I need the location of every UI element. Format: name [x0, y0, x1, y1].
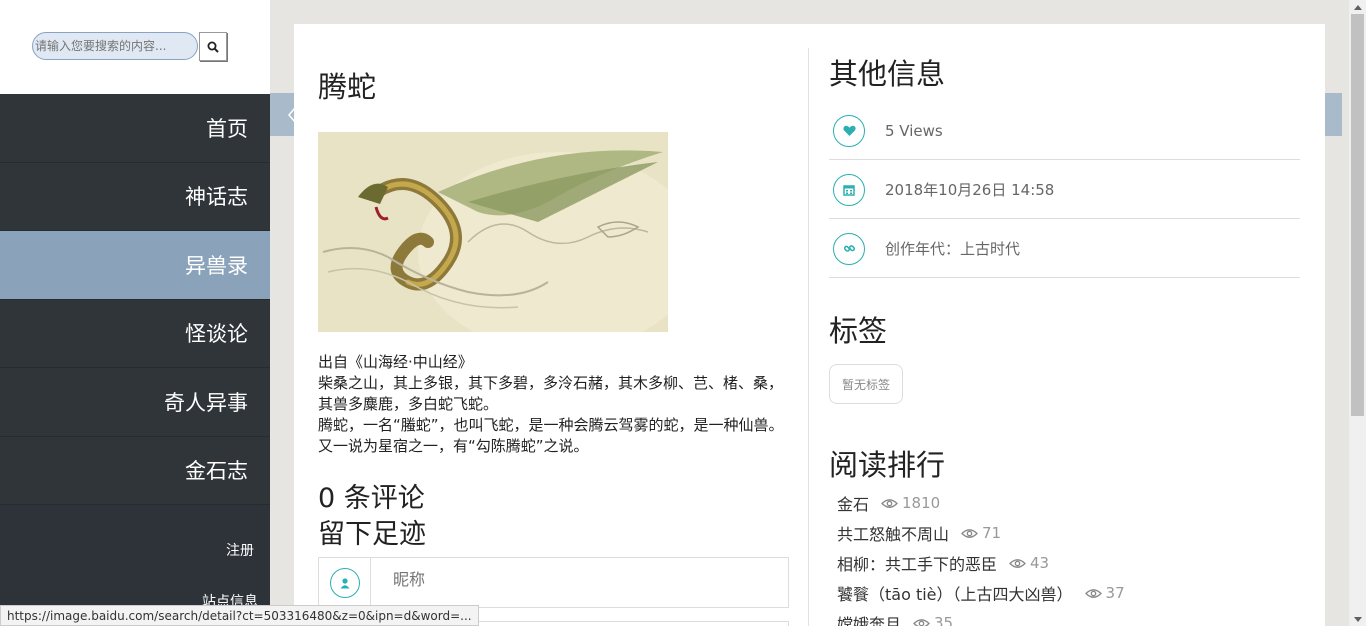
- ranking-item-views: 35: [913, 614, 953, 626]
- eye-icon: [961, 528, 978, 538]
- nav-label: 奇人异事: [164, 390, 248, 415]
- nav-item-home[interactable]: 首页: [0, 94, 270, 163]
- ranking-item[interactable]: 饕餮（tāo tiè）（上古四大凶兽） 37: [837, 578, 1125, 608]
- user-icon: [329, 567, 360, 598]
- nav-item-metal-stone[interactable]: 金石志: [0, 436, 270, 505]
- ranking-item-title: 嫦娥奔月: [837, 615, 902, 626]
- views-value: 37: [1105, 584, 1125, 602]
- ranking-item[interactable]: 相柳：共工手下的恶臣 43: [837, 548, 1125, 578]
- scroll-thumb[interactable]: [1351, 14, 1364, 416]
- search-area: [0, 0, 270, 94]
- search-icon: [207, 41, 219, 53]
- post-title: 腾蛇: [318, 70, 377, 104]
- post-paragraph: 出自《山海经·中山经》: [318, 353, 473, 371]
- date-row: 2018年10月26日 14:58: [829, 161, 1300, 219]
- ranking-item[interactable]: 共工怒触不周山 71: [837, 518, 1125, 548]
- calendar-icon: [833, 173, 865, 206]
- era-row: 创作年代：上古时代: [829, 220, 1300, 278]
- nav-label: 神话志: [185, 185, 248, 210]
- ranking-title: 阅读排行: [829, 448, 946, 482]
- arrow-down-icon: [1353, 616, 1362, 622]
- comments-count: 0 条评论: [318, 483, 425, 514]
- eye-icon: [1084, 588, 1102, 598]
- ranking-item-title: 饕餮（tāo tiè）（上古四大凶兽）: [837, 585, 1073, 604]
- views-value: 1810: [902, 494, 941, 512]
- eye-icon: [1009, 558, 1026, 568]
- sidebar: 首页 神话志 异兽录 怪谈论 奇人异事 金石志 注册 站点信息: [0, 0, 270, 626]
- no-tags-badge: 暂无标签: [829, 364, 903, 404]
- heart-icon: [833, 114, 865, 147]
- views-value: 71: [982, 524, 1002, 542]
- link-icon: [833, 232, 865, 265]
- ranking-item[interactable]: 嫦娥奔月 35: [837, 608, 1125, 626]
- nav-label: 首页: [206, 116, 248, 141]
- eye-icon: [881, 498, 898, 508]
- nav-item-extraordinary-people[interactable]: 奇人异事: [0, 368, 270, 437]
- scroll-up-button[interactable]: [1349, 0, 1366, 14]
- nav-label: 异兽录: [185, 253, 248, 278]
- nav-item-beasts[interactable]: 异兽录: [0, 231, 270, 300]
- nav-label: 怪谈论: [185, 322, 248, 347]
- ranking-item[interactable]: 金石 1810: [837, 488, 1125, 518]
- scroll-down-button[interactable]: [1349, 612, 1366, 626]
- post-paragraph: 柴桑之山，其上多银，其下多碧，多泠石赭，其木多柳、芑、楮、桑，其兽多麋鹿，多白蛇…: [318, 374, 784, 413]
- search-input[interactable]: [32, 32, 198, 60]
- creation-era: 创作年代：上古时代: [885, 240, 1021, 258]
- register-link[interactable]: 注册: [226, 540, 270, 560]
- status-bar-url: https://image.baidu.com/search/detail?ct…: [0, 605, 479, 626]
- ranking-item-views: 1810: [881, 494, 940, 512]
- column-divider: [808, 48, 809, 626]
- nav-label: 金石志: [185, 459, 248, 484]
- views-value: 35: [934, 614, 954, 626]
- ranking-item-title: 金石: [837, 495, 870, 514]
- ranking-item-views: 71: [961, 524, 1001, 542]
- arrow-up-icon: [1353, 4, 1362, 10]
- content-card: 腾蛇 出自《山海经·中山经》 柴桑之山，其上多银，其下多碧，多泠石赭，其木多柳、…: [294, 24, 1325, 626]
- views-value: 43: [1030, 554, 1050, 572]
- leave-comment-heading: 留下足迹: [318, 519, 426, 550]
- post-image: [318, 132, 668, 332]
- eye-icon: [913, 618, 930, 626]
- search-button[interactable]: [199, 32, 227, 61]
- nickname-field: [318, 557, 789, 608]
- ranking-item-title: 共工怒触不周山: [837, 525, 950, 544]
- nav-item-strange-tales[interactable]: 怪谈论: [0, 299, 270, 368]
- tags-title: 标签: [829, 314, 888, 348]
- ranking-list: 金石 1810 共工怒触不周山 71 相柳：共工手下的恶臣 43 饕餮（tāo …: [837, 488, 1125, 626]
- ranking-item-views: 43: [1009, 554, 1049, 572]
- post-paragraph: 腾蛇，一名“螣蛇”，也叫飞蛇，是一种会腾云驾雾的蛇，是一种仙兽。又一说为星宿之一…: [318, 416, 784, 455]
- post-body: 出自《山海经·中山经》 柴桑之山，其上多银，其下多碧，多泠石赭，其木多柳、芑、楮…: [318, 352, 788, 457]
- info-title: 其他信息: [829, 57, 946, 91]
- post-date: 2018年10月26日 14:58: [885, 181, 1055, 199]
- vertical-scrollbar[interactable]: [1349, 0, 1366, 626]
- ranking-item-title: 相柳：共工手下的恶臣: [837, 555, 998, 574]
- nickname-input[interactable]: [393, 570, 693, 589]
- views-row: 5 Views: [829, 102, 1300, 160]
- nav-item-mythology[interactable]: 神话志: [0, 162, 270, 231]
- views-count: 5 Views: [885, 121, 943, 140]
- ranking-item-views: 37: [1084, 584, 1125, 602]
- nickname-icon-cell: [319, 558, 371, 607]
